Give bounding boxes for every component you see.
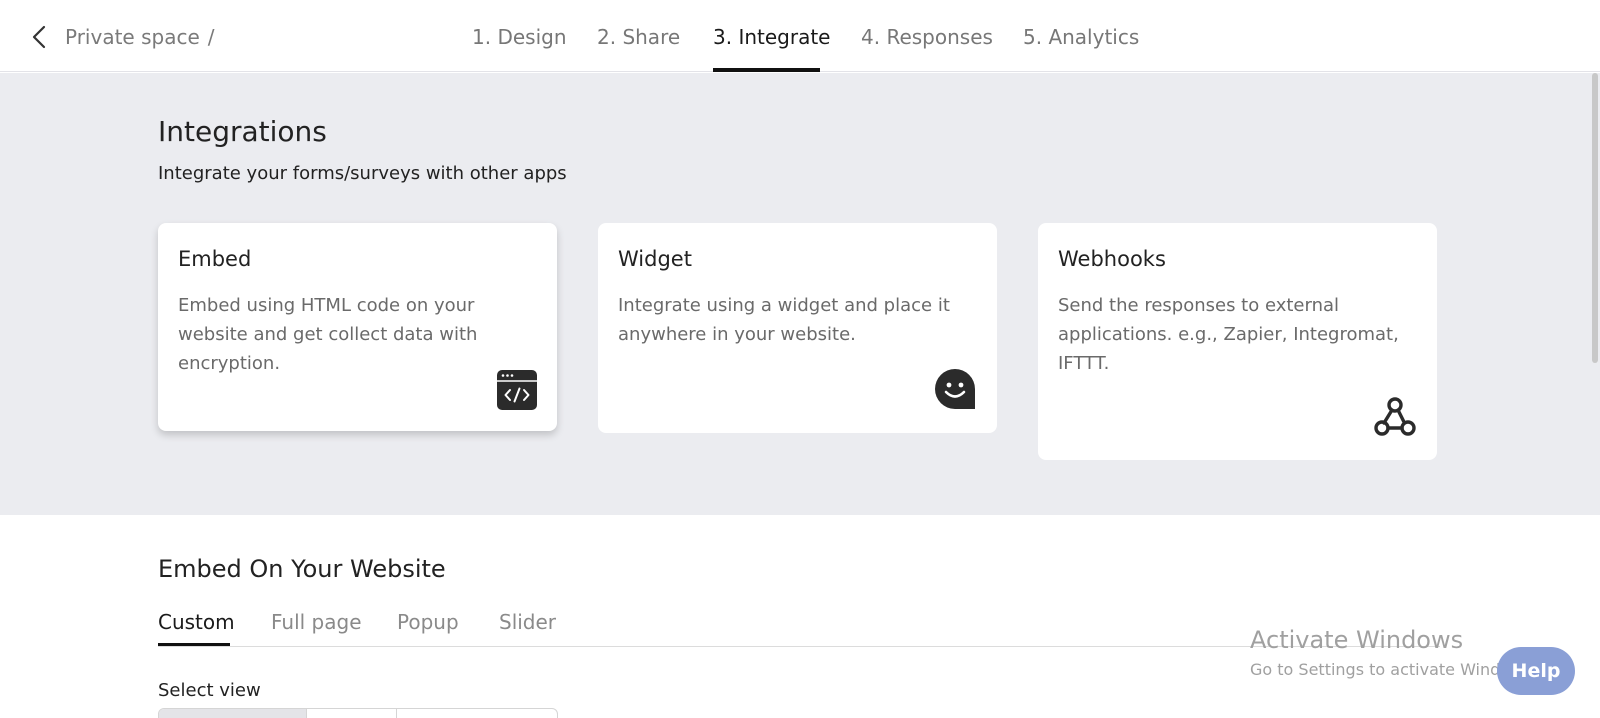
tab-full-page[interactable]: Full page xyxy=(271,610,362,634)
help-button[interactable]: Help xyxy=(1497,647,1575,695)
embed-section-title: Embed On Your Website xyxy=(158,555,446,583)
page-scrollbar[interactable] xyxy=(1590,73,1600,718)
top-navigation-bar: Private space / 1. Design 2. Share 3. Int… xyxy=(0,0,1600,72)
view-option-mobile[interactable] xyxy=(397,709,557,718)
breadcrumb-private-space[interactable]: Private space xyxy=(65,25,200,49)
embed-card-description: Embed using HTML code on your website an… xyxy=(178,295,478,374)
tab-responses[interactable]: 4. Responses xyxy=(861,25,993,49)
code-window-icon xyxy=(497,370,537,414)
active-tab-indicator xyxy=(713,68,820,72)
integrations-title: Integrations xyxy=(158,115,327,148)
back-arrow-icon[interactable] xyxy=(28,22,52,52)
widget-card-title: Widget xyxy=(618,247,692,271)
breadcrumb-separator: / xyxy=(207,25,215,49)
integrations-subtitle: Integrate your forms/surveys with other … xyxy=(158,163,567,184)
smiley-chat-icon xyxy=(934,368,976,414)
webhooks-card[interactable]: Webhooks Send the responses to external … xyxy=(1038,223,1437,460)
tab-slider[interactable]: Slider xyxy=(499,610,556,634)
integrations-section: Integrations Integrate your forms/survey… xyxy=(0,73,1600,515)
embed-card-title: Embed xyxy=(178,247,252,271)
embed-card[interactable]: Embed Embed using HTML code on your webs… xyxy=(158,223,557,431)
widget-card-description: Integrate using a widget and place it an… xyxy=(618,295,950,345)
active-embed-tab-indicator xyxy=(158,643,230,646)
webhooks-card-description: Send the responses to external applicati… xyxy=(1058,295,1399,374)
tab-custom[interactable]: Custom xyxy=(158,610,235,634)
tabs-divider xyxy=(158,646,1440,647)
tab-analytics[interactable]: 5. Analytics xyxy=(1023,25,1139,49)
view-option-tablet[interactable] xyxy=(307,709,397,718)
view-option-desktop[interactable] xyxy=(159,709,308,718)
tab-integrate[interactable]: 3. Integrate xyxy=(713,25,830,49)
widget-card[interactable]: Widget Integrate using a widget and plac… xyxy=(598,223,997,433)
scrollbar-thumb[interactable] xyxy=(1592,73,1598,363)
breadcrumb: Private space / xyxy=(65,25,215,49)
view-toggle-group xyxy=(158,708,558,718)
webhook-icon xyxy=(1373,395,1417,443)
tab-popup[interactable]: Popup xyxy=(397,610,459,634)
select-view-label: Select view xyxy=(158,680,261,701)
embed-section: Embed On Your Website Custom Full page P… xyxy=(0,515,1600,718)
webhooks-card-title: Webhooks xyxy=(1058,247,1166,271)
tab-share[interactable]: 2. Share xyxy=(597,25,680,49)
tab-design[interactable]: 1. Design xyxy=(472,25,567,49)
